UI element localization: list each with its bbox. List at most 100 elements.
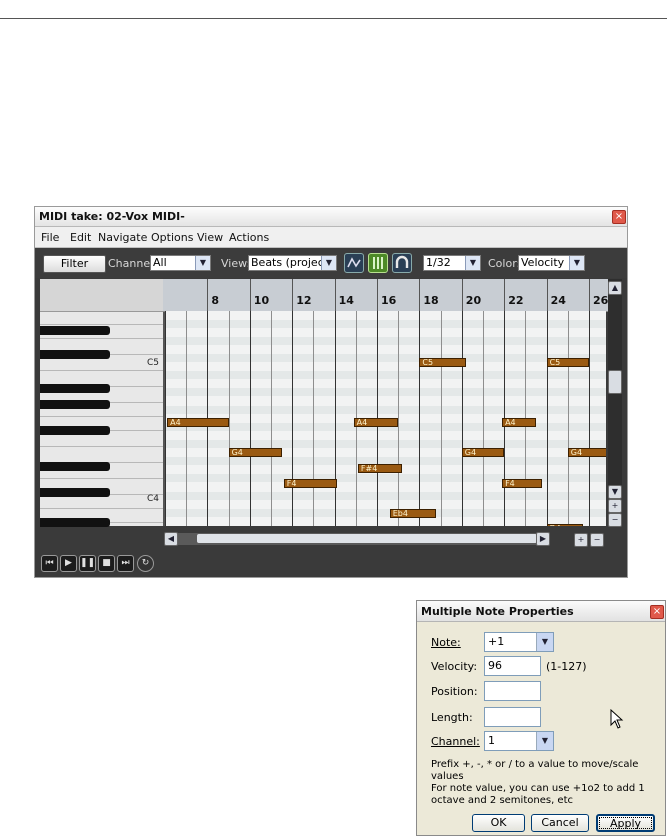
dialog-title: Multiple Note Properties	[421, 605, 574, 618]
roll-row-band	[165, 319, 606, 328]
grid-size-select[interactable]: 1/32 ▼	[423, 255, 481, 271]
grid-icon[interactable]	[368, 253, 388, 273]
chevron-down-icon[interactable]: ▼	[465, 256, 480, 270]
note-select[interactable]: +1 ▼	[484, 632, 554, 652]
midi-title-bar[interactable]: MIDI take: 02-Vox MIDI- ×	[35, 207, 627, 227]
channel-select[interactable]: 1 ▼	[484, 731, 554, 751]
black-key[interactable]	[40, 384, 110, 393]
position-input[interactable]	[484, 681, 541, 701]
stop-icon[interactable]: ■	[98, 555, 115, 572]
loop-icon[interactable]: ↻	[137, 555, 154, 572]
black-key[interactable]	[40, 488, 110, 497]
pause-icon[interactable]: ❚❚	[79, 555, 96, 572]
close-icon[interactable]: ×	[650, 605, 664, 619]
black-key[interactable]	[40, 518, 110, 527]
ruler-tick	[546, 279, 548, 311]
ruler-label: 18	[423, 294, 439, 307]
chevron-down-icon[interactable]: ▼	[195, 256, 210, 270]
ok-button[interactable]: OK	[472, 814, 525, 832]
snap-icon[interactable]	[344, 253, 364, 273]
ruler-label: 12	[296, 294, 312, 307]
position-label: Position:	[431, 685, 478, 698]
color-select[interactable]: Velocity ▼	[518, 255, 585, 271]
piano-keyboard[interactable]: C5 C4	[40, 279, 165, 527]
mouse-pointer-icon	[610, 708, 624, 729]
midi-note[interactable]: F4	[502, 478, 543, 488]
magnet-icon[interactable]	[392, 253, 412, 273]
chevron-down-icon[interactable]: ▼	[536, 633, 553, 651]
play-icon[interactable]: ▶	[60, 555, 77, 572]
midi-note[interactable]: C5	[546, 358, 589, 368]
note-label: Note:	[431, 636, 461, 649]
velocity-range: (1-127)	[546, 660, 587, 673]
ruler-label: 10	[253, 294, 270, 307]
menu-edit[interactable]: Edit	[70, 231, 91, 244]
ruler-tick	[589, 279, 590, 311]
horizontal-scroll-thumb[interactable]	[197, 534, 537, 543]
beat-gridline	[589, 311, 590, 526]
cancel-button[interactable]: Cancel	[531, 814, 589, 832]
filter-button[interactable]: Filter	[43, 255, 106, 273]
h-zoom-out-icon[interactable]: −	[590, 533, 604, 547]
midi-note[interactable]: F4	[283, 478, 337, 488]
menu-file[interactable]: File	[41, 231, 59, 244]
roll-row-band	[165, 371, 606, 380]
ruler-tick	[207, 279, 209, 311]
scroll-down-icon[interactable]: ▼	[608, 485, 622, 499]
channel-select[interactable]: All ▼	[150, 255, 211, 271]
midi-note[interactable]: A4	[167, 418, 229, 428]
black-key[interactable]	[40, 462, 110, 471]
apply-button[interactable]: Apply	[596, 814, 655, 832]
scroll-left-icon[interactable]: ◀	[164, 532, 178, 546]
beat-gridline	[567, 311, 569, 526]
close-icon[interactable]: ×	[612, 210, 626, 224]
midi-note[interactable]: D4	[546, 523, 583, 526]
skip-forward-icon[interactable]: ⏭	[117, 555, 134, 572]
scroll-right-icon[interactable]: ▶	[536, 532, 550, 546]
hint-line-3: octave and 2 semitones, etc	[431, 795, 573, 806]
black-key[interactable]	[40, 400, 110, 409]
chevron-down-icon[interactable]: ▼	[321, 256, 336, 270]
ruler-tick	[504, 279, 506, 311]
menu-actions[interactable]: Actions	[229, 231, 269, 244]
zoom-in-icon[interactable]: +	[608, 499, 622, 513]
scroll-thumb[interactable]	[608, 370, 622, 394]
midi-note[interactable]: A4	[502, 418, 536, 428]
chevron-down-icon[interactable]: ▼	[569, 256, 584, 270]
white-key-divider	[40, 338, 163, 339]
ruler-label: 24	[550, 294, 566, 307]
channel-select-value: All	[153, 256, 167, 269]
black-key[interactable]	[40, 326, 110, 335]
horizontal-scrollbar[interactable]: ◀ ▶	[164, 532, 550, 546]
piano-roll-grid[interactable]: C5 C5 A4 A4 A4 G4 G4 G4 F#4 F4 F4 Eb4 D4	[165, 311, 606, 526]
note-select-value: +1	[488, 635, 505, 648]
skip-back-icon[interactable]: ⏮	[41, 555, 58, 572]
beat-ruler[interactable]: 8 10 12 14 16 18 20 22 24 26	[163, 279, 608, 312]
velocity-input[interactable]: 96	[484, 656, 541, 676]
vertical-scrollbar[interactable]: ▲ ▼ + −	[608, 279, 622, 527]
black-key[interactable]	[40, 350, 110, 359]
scroll-up-icon[interactable]: ▲	[608, 281, 622, 295]
midi-note[interactable]: G4	[461, 448, 505, 458]
midi-note[interactable]: F#4	[357, 463, 403, 473]
zoom-out-icon[interactable]: −	[608, 513, 622, 527]
midi-note[interactable]: C5	[419, 358, 467, 368]
beat-gridline	[249, 311, 251, 526]
chevron-down-icon[interactable]: ▼	[536, 732, 553, 750]
midi-note[interactable]: G4	[228, 448, 282, 458]
midi-note[interactable]: A4	[353, 418, 399, 428]
menu-view[interactable]: View	[197, 231, 223, 244]
midi-note[interactable]: Eb4	[389, 508, 437, 518]
menu-navigate[interactable]: Navigate	[98, 231, 147, 244]
dialog-title-bar[interactable]: Multiple Note Properties ×	[417, 601, 665, 622]
view-select[interactable]: Beats (project) ▼	[248, 255, 337, 271]
key-label-c5: C5	[146, 358, 159, 368]
midi-note[interactable]: G4	[567, 448, 606, 458]
white-key-divider	[40, 508, 163, 509]
h-zoom-in-icon[interactable]: +	[574, 533, 588, 547]
length-input[interactable]	[484, 707, 541, 727]
ruler-label: 22	[508, 294, 524, 307]
black-key[interactable]	[40, 426, 110, 435]
menu-options[interactable]: Options	[151, 231, 193, 244]
beat-gridline	[165, 311, 166, 526]
